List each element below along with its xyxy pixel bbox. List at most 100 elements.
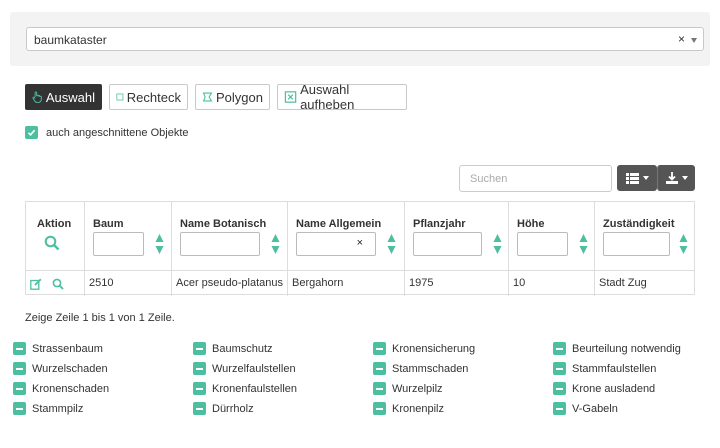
minus-icon[interactable] xyxy=(373,382,386,395)
minus-icon[interactable] xyxy=(373,362,386,375)
legend-item-label: V-Gabeln xyxy=(572,402,618,415)
legend-item-label: Kronenpilz xyxy=(392,402,444,415)
header-zustaendigkeit-label: Zuständigkeit xyxy=(603,218,675,230)
minus-icon[interactable] xyxy=(13,342,26,355)
minus-icon[interactable] xyxy=(193,342,206,355)
sort-icon[interactable] xyxy=(155,233,164,255)
legend-item[interactable]: Wurzelfaulstellen xyxy=(193,362,296,375)
cell-zustaendigkeit-text: Stadt Zug xyxy=(599,277,647,289)
sort-icon[interactable] xyxy=(679,233,688,255)
minus-icon[interactable] xyxy=(13,382,26,395)
cell-baum-text: 2510 xyxy=(89,277,114,289)
export-dropdown-button[interactable] xyxy=(657,165,695,191)
filter-pflanzjahr-input[interactable] xyxy=(413,232,482,256)
legend-item[interactable]: Kronenfaulstellen xyxy=(193,382,297,395)
legend-item[interactable]: Stammschaden xyxy=(373,362,468,375)
cell-pflanzjahr-text: 1975 xyxy=(409,277,434,289)
legend-item[interactable]: Strassenbaum xyxy=(13,342,103,355)
legend-item-label: Kronenfaulstellen xyxy=(212,382,298,395)
legend-item[interactable]: Dürrholz xyxy=(193,402,254,415)
polygon-icon xyxy=(202,92,213,102)
legend-item[interactable]: Krone ausladend xyxy=(553,382,655,395)
pagination-summary: Zeige Zeile 1 bis 1 von 1 Zeile. xyxy=(25,312,175,324)
layer-select[interactable]: baumkataster × xyxy=(26,27,704,51)
clear-icon[interactable]: × xyxy=(357,237,363,249)
rechteck-button[interactable]: Rechteck xyxy=(109,84,188,110)
row-actions xyxy=(26,271,85,296)
minus-icon[interactable] xyxy=(553,402,566,415)
filter-baum-input[interactable] xyxy=(93,232,144,256)
legend-item[interactable]: Wurzelschaden xyxy=(13,362,108,375)
legend-item-label: Wurzelfaulstellen xyxy=(212,362,296,375)
header-name-botanisch-label: Name Botanisch xyxy=(180,218,267,230)
filter-zustaendigkeit-input[interactable] xyxy=(603,232,670,256)
cell-baum: 2510 xyxy=(85,271,172,296)
clear-icon[interactable]: × xyxy=(678,32,685,46)
filter-hoehe-input[interactable] xyxy=(517,232,568,256)
hand-pointer-icon xyxy=(32,91,42,103)
table-row: 2510 Acer pseudo-platanus Bergahorn 1975… xyxy=(26,270,694,296)
header-zustaendigkeit: Zuständigkeit xyxy=(595,202,694,270)
columns-icon xyxy=(625,172,639,184)
cell-name-botanisch: Acer pseudo-platanus xyxy=(172,271,288,296)
auswahl-aufheben-label: Auswahl aufheben xyxy=(300,82,355,112)
sort-icon[interactable] xyxy=(493,233,502,255)
header-hoehe: Höhe xyxy=(509,202,595,270)
cell-hoehe: 10 xyxy=(509,271,595,296)
filter-name-allgemein-input[interactable]: × xyxy=(296,232,376,256)
table-search[interactable] xyxy=(459,165,612,192)
edit-icon[interactable] xyxy=(30,278,42,290)
sort-icon[interactable] xyxy=(387,233,396,255)
auswahl-aufheben-button[interactable]: Auswahl aufheben xyxy=(277,82,407,112)
filter-name-botanisch-input[interactable] xyxy=(180,232,260,256)
check-icon[interactable] xyxy=(25,126,38,139)
legend-item[interactable]: Beurteilung notwendig xyxy=(553,342,681,355)
square-icon xyxy=(116,93,124,101)
sort-icon[interactable] xyxy=(271,233,280,255)
rechteck-label: Rechteck xyxy=(126,89,181,105)
chevron-down-icon[interactable] xyxy=(691,38,697,43)
minus-icon[interactable] xyxy=(373,342,386,355)
auswahl-button[interactable]: Auswahl xyxy=(25,84,102,110)
legend-item[interactable]: Wurzelpilz xyxy=(373,382,443,395)
cell-pflanzjahr: 1975 xyxy=(405,271,509,296)
legend-item[interactable]: Kronensicherung xyxy=(373,342,475,355)
header-pflanzjahr-label: Pflanzjahr xyxy=(413,218,466,230)
legend-item-label: Dürrholz xyxy=(212,402,254,415)
minus-icon[interactable] xyxy=(373,402,386,415)
minus-icon[interactable] xyxy=(13,402,26,415)
chevron-down-icon xyxy=(681,176,688,180)
legend-item[interactable]: Stammpilz xyxy=(13,402,83,415)
layer-panel: baumkataster × xyxy=(10,12,710,66)
minus-icon[interactable] xyxy=(193,382,206,395)
header-hoehe-label: Höhe xyxy=(517,218,545,230)
legend-item[interactable]: V-Gabeln xyxy=(553,402,618,415)
columns-dropdown-button[interactable] xyxy=(617,165,657,191)
legend-item-label: Beurteilung notwendig xyxy=(572,342,681,355)
header-name-botanisch: Name Botanisch xyxy=(172,202,288,270)
legend-item[interactable]: Kronenschaden xyxy=(13,382,109,395)
minus-icon[interactable] xyxy=(553,362,566,375)
header-baum-label: Baum xyxy=(93,218,124,230)
close-box-icon xyxy=(284,91,297,103)
legend-item[interactable]: Kronenpilz xyxy=(373,402,444,415)
legend-item[interactable]: Stammfaulstellen xyxy=(553,362,656,375)
minus-icon[interactable] xyxy=(193,362,206,375)
download-icon xyxy=(665,172,678,184)
auswahl-label: Auswahl xyxy=(45,89,95,105)
sort-icon[interactable] xyxy=(579,233,588,255)
minus-icon[interactable] xyxy=(13,362,26,375)
polygon-button[interactable]: Polygon xyxy=(195,84,270,110)
search-input[interactable] xyxy=(460,166,611,191)
legend-item[interactable]: Baumschutz xyxy=(193,342,273,355)
minus-icon[interactable] xyxy=(553,382,566,395)
search-icon[interactable] xyxy=(44,235,60,251)
cell-zustaendigkeit: Stadt Zug xyxy=(595,271,694,296)
angeschnittene-option[interactable]: auch angeschnittene Objekte xyxy=(25,126,189,139)
minus-icon[interactable] xyxy=(193,402,206,415)
cell-hoehe-text: 10 xyxy=(513,277,526,289)
legend-item-label: Stammfaulstellen xyxy=(572,362,657,375)
search-icon[interactable] xyxy=(52,278,64,290)
header-aktion: Aktion xyxy=(26,202,85,270)
minus-icon[interactable] xyxy=(553,342,566,355)
